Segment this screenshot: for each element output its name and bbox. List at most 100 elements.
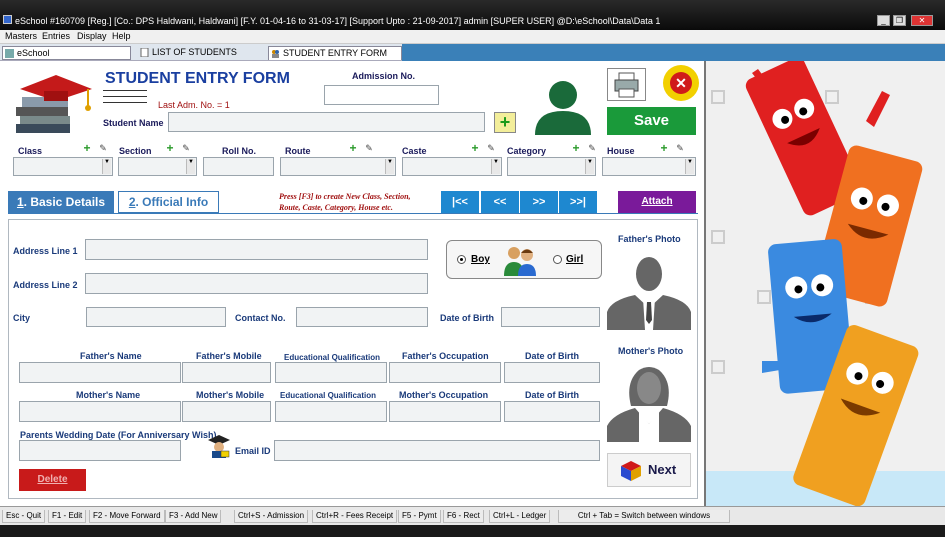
close-icon: ✕ [670,72,692,94]
pencil-icon[interactable]: ✎ [98,143,108,153]
plus-icon[interactable]: + [470,142,480,154]
shortcut-ctrl-l: Ctrl+L - Ledger [489,510,551,523]
tab-list-of-students[interactable]: LIST OF STUDENTS [138,46,237,60]
father-photo-placeholder-icon[interactable] [607,250,691,330]
mother-occupation-input[interactable] [389,401,501,422]
section-label: Section [119,146,152,156]
email-input[interactable] [274,440,600,461]
taskbar [0,525,945,537]
save-button[interactable]: Save [607,107,696,135]
mother-photo-placeholder-icon[interactable] [607,362,691,442]
wedding-date-label: Parents Wedding Date (For Anniversary Wi… [20,430,217,440]
close-form-button[interactable]: ✕ [663,65,699,101]
plus-icon[interactable]: + [165,142,175,154]
tab-bar-fill [402,44,945,61]
route-label: Route [285,146,311,156]
roll-no-input[interactable] [203,157,274,176]
menu-display[interactable]: Display [77,31,107,41]
student-name-input[interactable] [168,112,485,132]
caste-select[interactable]: ▼ [402,157,502,176]
tab-eschool[interactable]: eSchool [2,46,131,60]
tab-basic-details[interactable]: 1. Basic Details [8,191,114,213]
first-record-button[interactable]: |<< [441,191,480,213]
mother-qualification-label: Educational Qualification [280,391,377,400]
father-name-input[interactable] [19,362,181,383]
document-icon [140,48,149,57]
pencil-icon[interactable]: ✎ [486,143,496,153]
category-select[interactable]: ▼ [507,157,596,176]
mother-dob-input[interactable] [504,401,600,422]
plus-icon[interactable]: + [348,142,358,154]
pencil-icon[interactable]: ✎ [181,143,191,153]
plus-icon[interactable]: + [82,142,92,154]
section-select[interactable]: ▼ [118,157,197,176]
last-record-button[interactable]: >>| [559,191,598,213]
father-mobile-input[interactable] [182,362,271,383]
divider [103,102,147,103]
city-input[interactable] [86,307,226,327]
roll-no-label: Roll No. [222,146,256,156]
menu-entries[interactable]: Entries [42,31,70,41]
books-graduation-icon [16,75,92,133]
pencil-icon[interactable]: ✎ [675,143,685,153]
caste-label: Caste [402,146,427,156]
attach-button[interactable]: Attach [618,191,696,213]
boy-girl-icon [504,247,536,276]
shortcut-ctrl-s: Ctrl+S - Admission [234,510,309,523]
dob-input[interactable] [501,307,600,327]
house-select[interactable]: ▼ [602,157,696,176]
shortcut-f2: F2 - Move Forward [89,510,165,523]
printer-icon [614,72,639,98]
mother-name-input[interactable] [19,401,181,422]
status-bar: Esc - Quit F1 - Edit F2 - Move Forward F… [0,506,945,537]
shortcut-f1: F1 - Edit [48,510,87,523]
print-button[interactable] [607,68,646,101]
minimize-button[interactable]: _ [877,15,890,26]
father-dob-input[interactable] [504,362,600,383]
father-occupation-input[interactable] [389,362,501,383]
mother-qualification-input[interactable] [275,401,387,422]
chevron-down-icon: ▼ [685,159,694,174]
next-button[interactable]: Next [607,453,691,487]
add-name-button[interactable]: + [494,112,516,133]
pencil-icon[interactable]: ✎ [587,143,597,153]
father-occupation-label: Father's Occupation [402,351,489,361]
mother-dob-label: Date of Birth [525,390,579,400]
address-line1-input[interactable] [85,239,428,260]
route-select[interactable]: ▼ [280,157,396,176]
plus-icon[interactable]: + [659,142,669,154]
city-label: City [13,313,31,323]
wedding-date-input[interactable] [19,440,181,461]
house-label: House [607,146,635,156]
father-qualification-input[interactable] [275,362,387,383]
chevron-down-icon: ▼ [585,159,594,174]
plus-icon[interactable]: + [571,142,581,154]
mother-name-label: Mother's Name [76,390,141,400]
menu-masters[interactable]: Masters [5,31,37,41]
gender-group: Boy Girl [446,240,602,279]
class-select[interactable]: ▼ [13,157,113,176]
gender-boy-radio[interactable] [457,255,466,264]
address-line2-input[interactable] [85,273,428,294]
restore-button[interactable]: ❐ [893,15,906,26]
contact-no-input[interactable] [296,307,428,327]
tab-student-entry-form[interactable]: STUDENT ENTRY FORM [268,46,402,60]
last-admission-number: Last Adm. No. = 1 [158,100,230,110]
shortcut-hint: Press [F3] to create New Class, Section,… [279,192,411,212]
close-button[interactable]: ✕ [911,15,933,26]
gender-girl-radio[interactable] [553,255,562,264]
previous-record-button[interactable]: << [481,191,520,213]
mother-mobile-input[interactable] [182,401,271,422]
admission-no-input[interactable] [324,85,439,105]
next-record-button[interactable]: >> [520,191,559,213]
tab-label: STUDENT ENTRY FORM [283,48,388,58]
dob-label: Date of Birth [440,313,494,323]
delete-button[interactable]: Delete [19,469,86,491]
category-label: Category [507,146,547,156]
shortcut-ctrl-r: Ctrl+R - Fees Receipt [312,510,398,523]
shortcut-f6: F6 - Rect [443,510,484,523]
menu-help[interactable]: Help [112,31,131,41]
tab-official-info[interactable]: 2. Official Info [118,191,219,213]
form-title: STUDENT ENTRY FORM [105,70,290,87]
pencil-icon[interactable]: ✎ [364,143,374,153]
